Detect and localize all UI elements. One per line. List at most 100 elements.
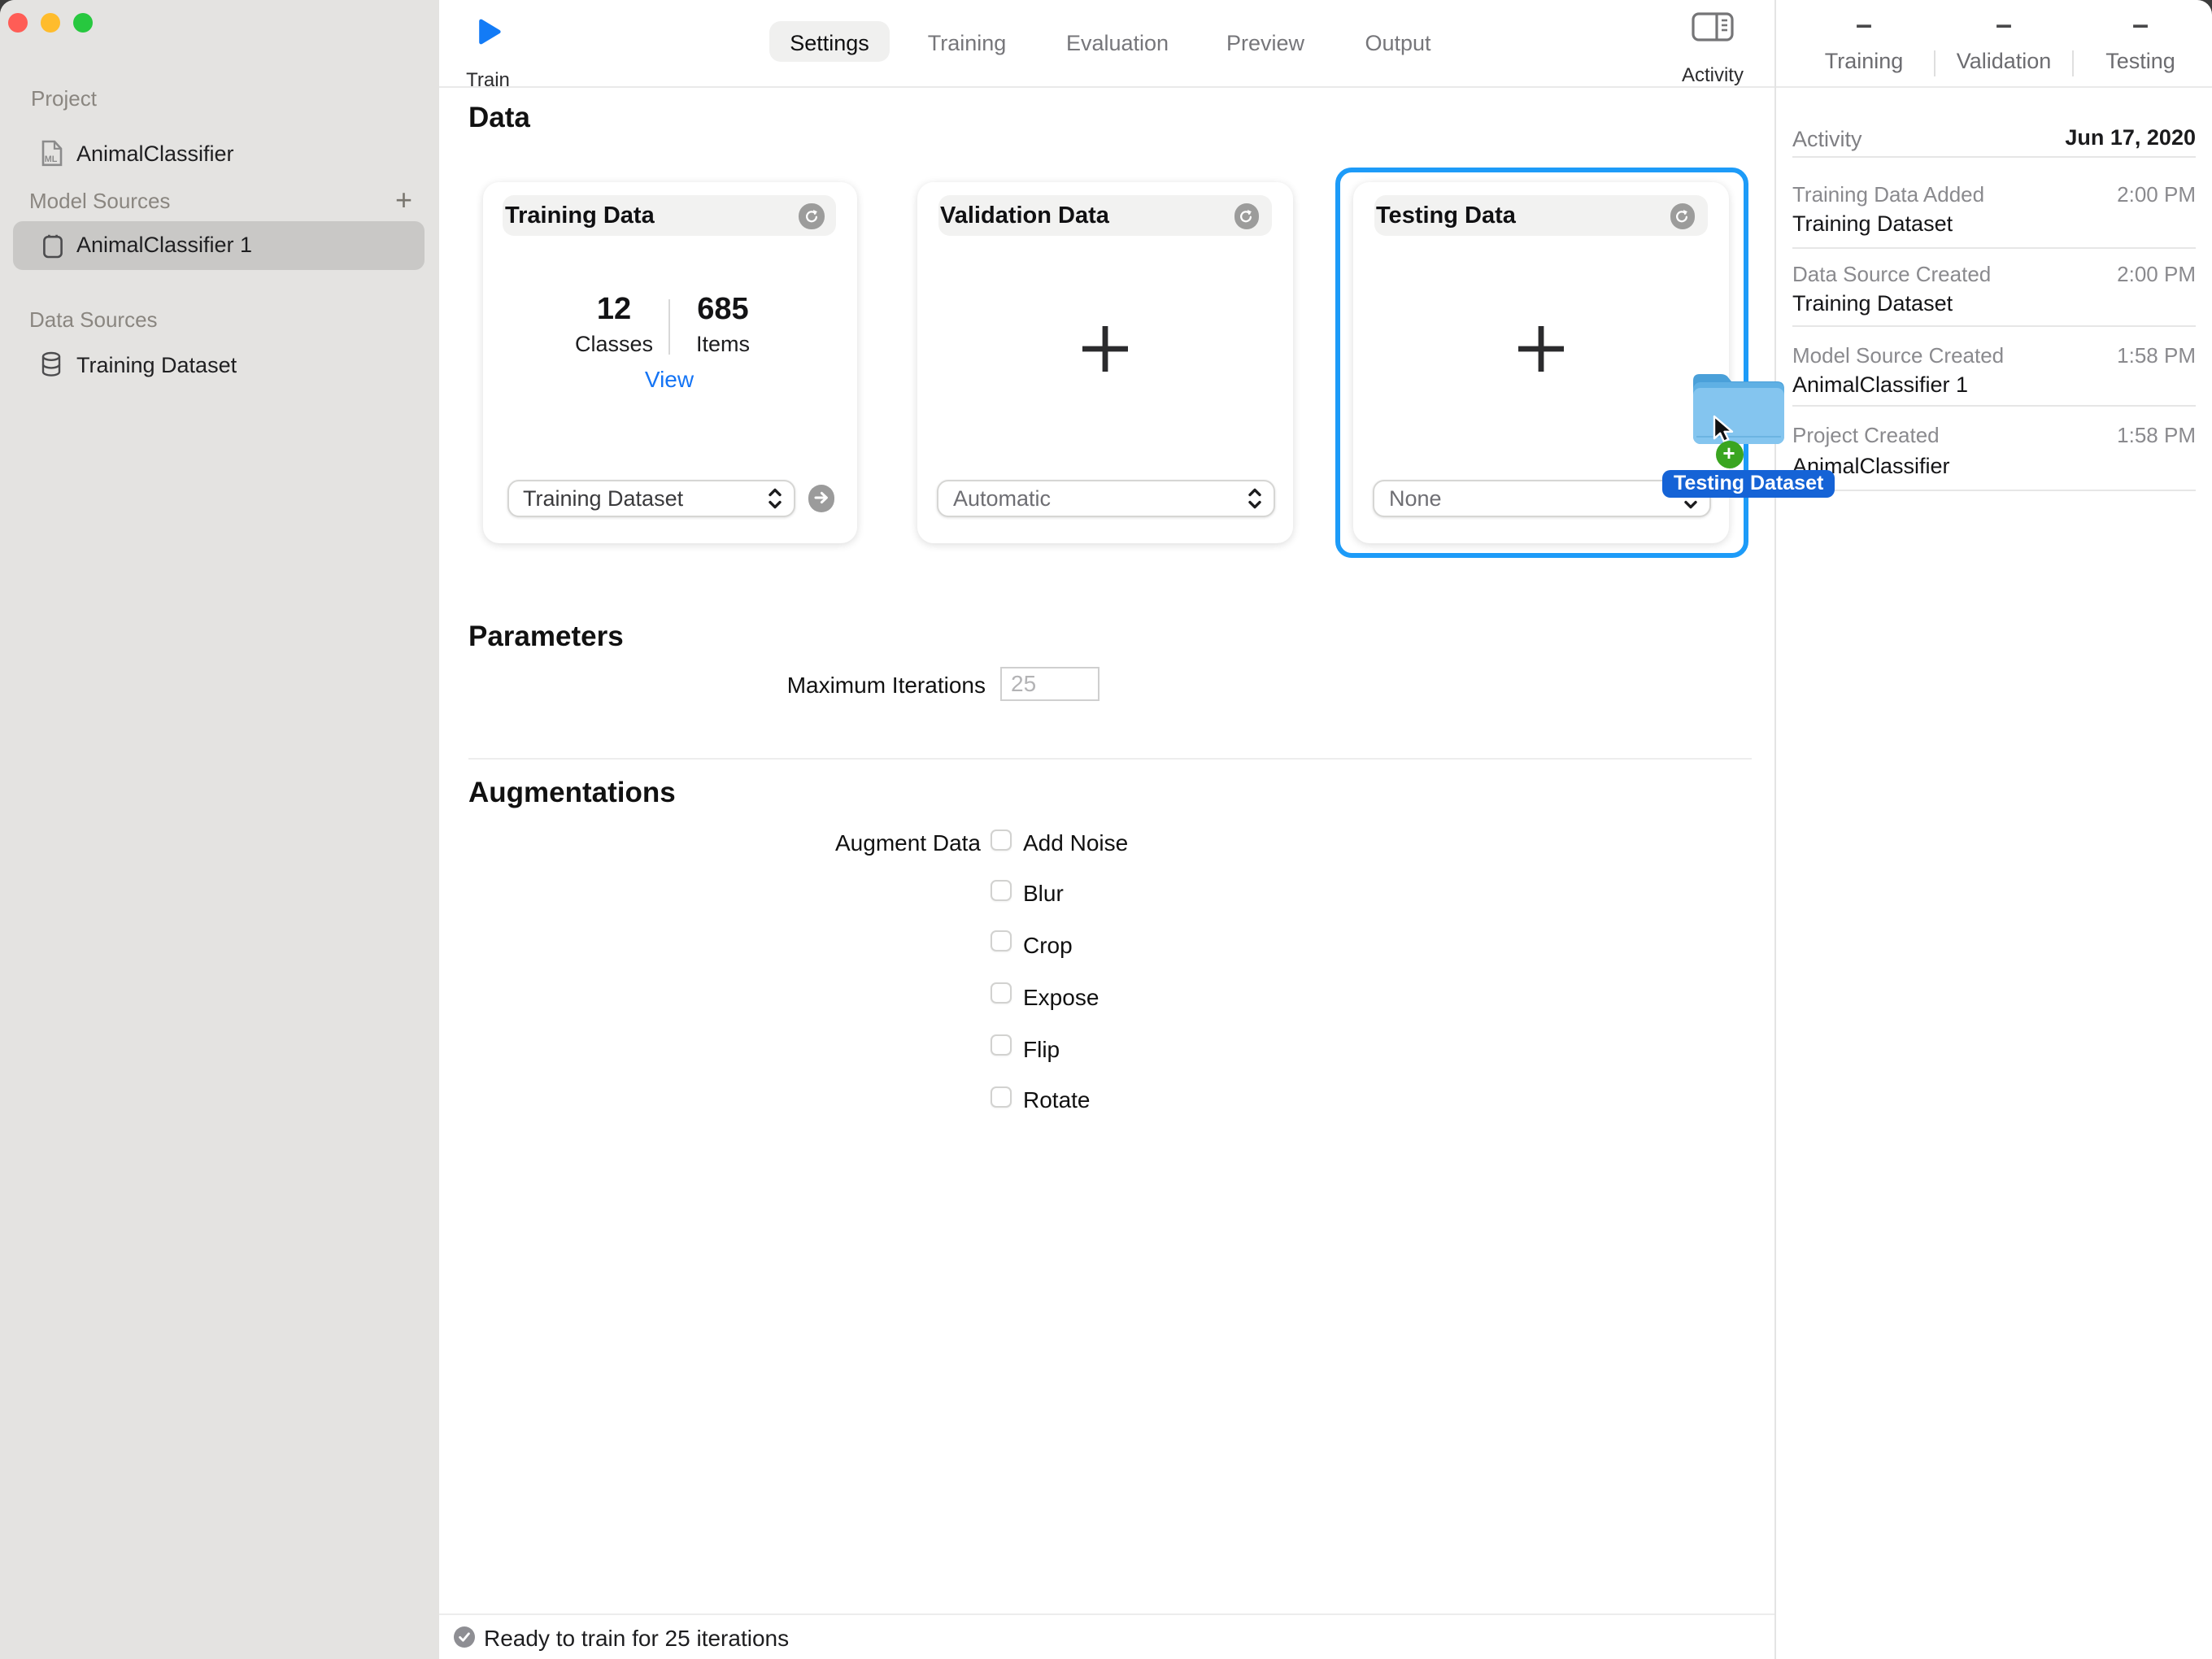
- database-cylinder-icon: [41, 351, 61, 377]
- checkbox-expose[interactable]: [991, 982, 1012, 1004]
- sidebar-item-label: Training Dataset: [76, 353, 237, 377]
- sidebar-section-model-sources: Model Sources: [29, 189, 171, 213]
- train-button[interactable]: Train: [460, 13, 516, 91]
- open-data-arrow-button[interactable]: [808, 485, 834, 512]
- validation-data-dropdown[interactable]: Automatic: [937, 480, 1275, 517]
- right-panel-divider: [1774, 0, 1776, 1659]
- testing-data-dropdown[interactable]: None: [1373, 480, 1711, 517]
- divider: [1792, 405, 2196, 407]
- card-title: Training Data: [505, 203, 655, 229]
- iterations-value: 25: [1011, 670, 1037, 696]
- dropdown-value: Training Dataset: [523, 486, 684, 511]
- cursor-pointer-arrow: [1712, 414, 1733, 442]
- divider: [1792, 489, 2196, 490]
- event-time: 2:00 PM: [2117, 181, 2196, 206]
- zoom-window-button[interactable]: [73, 13, 93, 33]
- checkbox-label: Blur: [1023, 880, 1064, 906]
- checkbox-label: Flip: [1023, 1035, 1060, 1061]
- testing-metric-value: –: [2131, 8, 2149, 41]
- event-title: Project Created: [1792, 423, 1940, 447]
- blue-folder-icon: [1693, 374, 1784, 444]
- maximum-iterations-label: Maximum Iterations: [786, 672, 986, 698]
- checkbox-rotate[interactable]: [991, 1086, 1012, 1107]
- checkbox-label: Add Noise: [1023, 830, 1129, 856]
- activity-date: Jun 17, 2020: [2065, 125, 2196, 150]
- model-box-icon: [43, 234, 63, 259]
- dropdown-value: None: [1389, 486, 1442, 511]
- status-message: Ready to train for 25 iterations: [484, 1625, 790, 1651]
- augment-data-label: Augment Data: [835, 830, 981, 856]
- tab-settings[interactable]: Settings: [761, 31, 898, 55]
- validation-data-card: Validation Data Automatic: [917, 182, 1292, 543]
- event-subject: AnimalClassifier 1: [1792, 372, 1969, 397]
- checkbox-label: Rotate: [1023, 1086, 1091, 1113]
- event-subject: Training Dataset: [1792, 211, 1953, 236]
- view-link[interactable]: View: [604, 366, 734, 392]
- validation-metric-value: –: [1995, 8, 2012, 41]
- augmentations-heading: Augmentations: [468, 776, 676, 808]
- divider: [1792, 324, 2196, 326]
- maximum-iterations-input[interactable]: 25: [999, 667, 1099, 701]
- play-triangle-icon: [479, 19, 501, 45]
- event-time: 2:00 PM: [2117, 261, 2196, 285]
- refresh-icon[interactable]: [1670, 203, 1695, 229]
- divider: [1792, 246, 2196, 248]
- dropdown-value: Automatic: [953, 486, 1052, 511]
- classes-count: 12: [596, 293, 632, 327]
- toolbar-divider: [439, 86, 2212, 88]
- tab-preview[interactable]: Preview: [1197, 31, 1334, 55]
- items-count: 685: [697, 293, 749, 327]
- training-metric-value: –: [1855, 8, 1872, 41]
- sidebar-item-animalclassifier-project[interactable]: ML AnimalClassifier: [31, 137, 421, 172]
- sidebar-section-project: Project: [31, 86, 97, 111]
- checkbox-blur[interactable]: [991, 879, 1012, 900]
- activity-panel-toggle-button[interactable]: Activity: [1664, 10, 1761, 86]
- checkmark-circle-icon: [454, 1626, 475, 1648]
- metric-label-validation[interactable]: Validation: [1931, 49, 2077, 73]
- refresh-icon[interactable]: [1234, 203, 1259, 229]
- checkbox-label: Crop: [1023, 931, 1073, 957]
- svg-text:ML: ML: [45, 155, 58, 164]
- event-time: 1:58 PM: [2117, 423, 2196, 447]
- close-window-button[interactable]: [8, 13, 28, 33]
- status-bar-divider: [439, 1613, 1774, 1614]
- metric-label-testing[interactable]: Testing: [2067, 49, 2212, 73]
- add-model-source-button[interactable]: +: [395, 185, 412, 215]
- items-label: Items: [695, 332, 750, 356]
- sidebar-item-training-dataset[interactable]: Training Dataset: [31, 348, 421, 384]
- sidebar: Project ML AnimalClassifier Model Source…: [0, 0, 439, 1659]
- chevron-up-down-icon: [767, 488, 793, 509]
- training-data-card: Training Data 12 Classes 685 Items View …: [482, 182, 857, 543]
- split-panel-icon: [1692, 12, 1734, 41]
- sidebar-item-animalclassifier-1[interactable]: AnimalClassifier 1: [13, 221, 425, 270]
- checkbox-add-noise[interactable]: [991, 829, 1012, 850]
- app-window: Project ML AnimalClassifier Model Source…: [0, 0, 2212, 1659]
- train-button-label: Train: [466, 68, 510, 91]
- tab-output[interactable]: Output: [1330, 31, 1466, 55]
- tab-training[interactable]: Training: [899, 31, 1035, 55]
- training-data-dropdown[interactable]: Training Dataset: [507, 480, 795, 517]
- tab-evaluation[interactable]: Evaluation: [1049, 31, 1186, 55]
- parameters-heading: Parameters: [468, 620, 624, 652]
- data-section-heading: Data: [468, 101, 530, 133]
- activity-button-label: Activity: [1681, 63, 1744, 86]
- activity-panel-title: Activity: [1792, 127, 1862, 151]
- chevron-up-down-icon: [1248, 488, 1274, 509]
- minimize-window-button[interactable]: [41, 13, 60, 33]
- sidebar-item-label: AnimalClassifier 1: [76, 232, 253, 256]
- refresh-icon[interactable]: [799, 203, 824, 229]
- green-plus-badge-icon: +: [1715, 441, 1743, 468]
- plus-icon[interactable]: [1514, 322, 1568, 376]
- plus-icon[interactable]: [1078, 322, 1132, 376]
- checkbox-flip[interactable]: [991, 1034, 1012, 1056]
- metric-label-training[interactable]: Training: [1791, 49, 1937, 73]
- drag-tooltip: Testing Dataset: [1662, 470, 1835, 497]
- event-time: 1:58 PM: [2117, 342, 2196, 367]
- sidebar-section-data-sources: Data Sources: [29, 307, 158, 332]
- sidebar-item-label: AnimalClassifier: [76, 142, 234, 166]
- card-title: Validation Data: [940, 203, 1109, 229]
- ml-document-icon: ML: [41, 140, 63, 167]
- checkbox-label: Expose: [1023, 983, 1099, 1009]
- section-divider: [468, 758, 1752, 760]
- checkbox-crop[interactable]: [991, 930, 1012, 951]
